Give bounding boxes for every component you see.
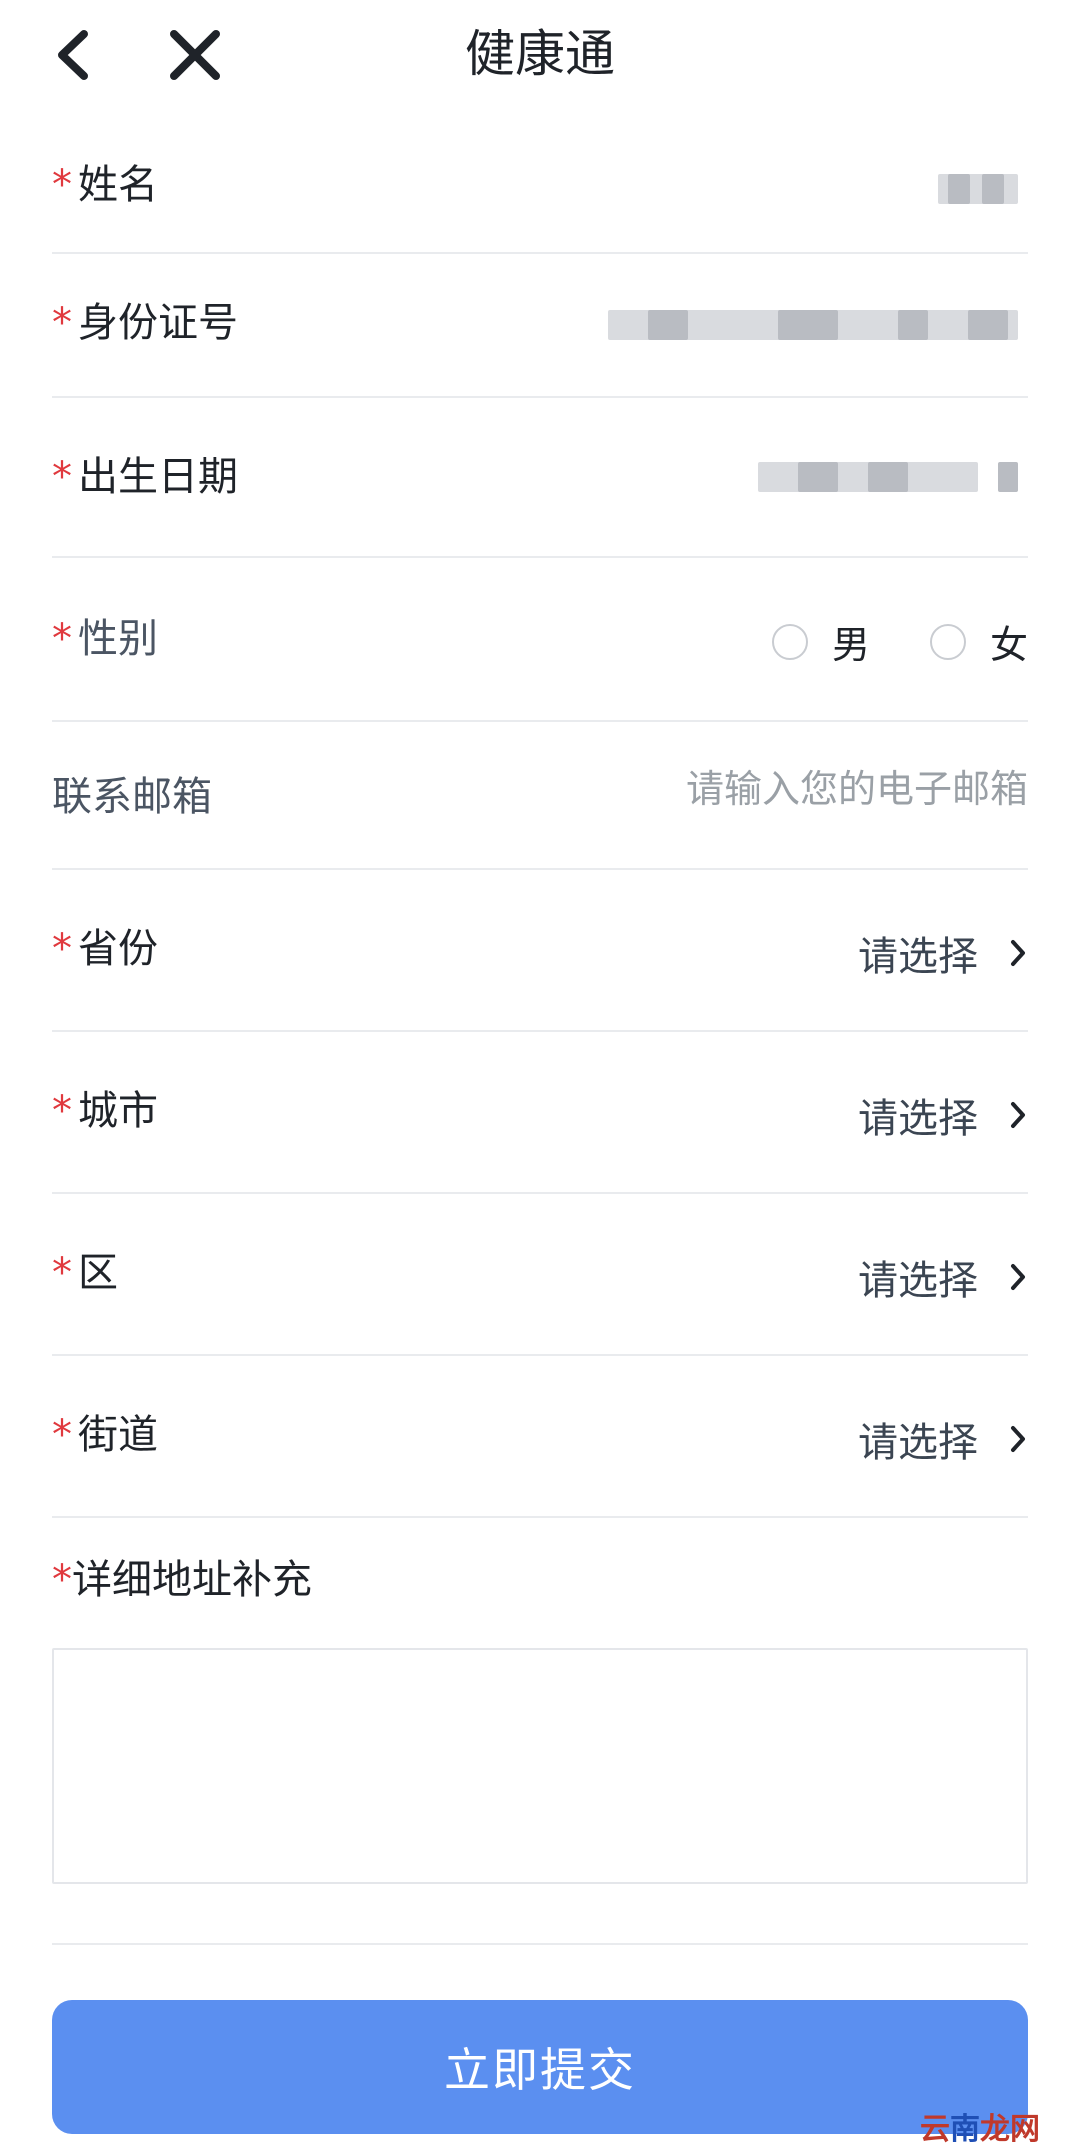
gender-radio-group: 男 女 bbox=[712, 614, 1028, 669]
required-mark: * bbox=[52, 926, 72, 972]
page-title: 健康通 bbox=[465, 25, 615, 83]
required-mark: * bbox=[52, 1557, 72, 1603]
gender-male-option[interactable]: 男 bbox=[771, 614, 870, 669]
district-select[interactable]: 请选择 bbox=[858, 1248, 1028, 1306]
district-select-text: 请选择 bbox=[858, 1258, 978, 1304]
gender-label: * 性别 bbox=[52, 616, 158, 662]
radio-circle-icon bbox=[771, 623, 808, 660]
gender-female-label: 女 bbox=[989, 623, 1028, 667]
chevron-right-icon bbox=[1011, 1102, 1025, 1128]
chevron-right-icon bbox=[1011, 1426, 1025, 1452]
required-mark: * bbox=[52, 1412, 72, 1458]
gender-female-option[interactable]: 女 bbox=[929, 614, 1028, 669]
email-input[interactable] bbox=[508, 764, 1028, 814]
required-mark: * bbox=[52, 1250, 72, 1296]
divider bbox=[52, 1943, 1028, 1945]
submit-button[interactable]: 立即提交 bbox=[52, 2000, 1028, 2134]
id-row: * 身份证号 bbox=[52, 252, 1028, 398]
name-label: * 姓名 bbox=[52, 162, 158, 208]
province-select[interactable]: 请选择 bbox=[858, 924, 1028, 982]
birth-value-masked bbox=[758, 456, 1028, 500]
chevron-right-icon bbox=[1011, 940, 1025, 966]
email-row: 联系邮箱 bbox=[52, 720, 1028, 870]
birth-row: * 出生日期 bbox=[52, 396, 1028, 558]
top-bar: 健康通 bbox=[0, 0, 1080, 110]
required-mark: * bbox=[52, 300, 72, 346]
address-label: *详细地址补充 bbox=[52, 1557, 312, 1603]
email-label: 联系邮箱 bbox=[52, 774, 212, 820]
radio-circle-icon bbox=[929, 623, 966, 660]
province-row: * 省份 请选择 bbox=[52, 868, 1028, 1032]
chevron-right-icon bbox=[1011, 1264, 1025, 1290]
street-label: * 街道 bbox=[52, 1412, 158, 1458]
id-label: * 身份证号 bbox=[52, 300, 238, 346]
city-label: * 城市 bbox=[52, 1088, 158, 1134]
city-row: * 城市 请选择 bbox=[52, 1030, 1028, 1194]
gender-row: * 性别 男 女 bbox=[52, 556, 1028, 722]
city-select[interactable]: 请选择 bbox=[858, 1086, 1028, 1144]
required-mark: * bbox=[52, 1088, 72, 1134]
street-row: * 街道 请选择 bbox=[52, 1354, 1028, 1518]
name-row: * 姓名 bbox=[52, 130, 1028, 254]
gender-male-label: 男 bbox=[831, 623, 870, 667]
required-mark: * bbox=[52, 616, 72, 662]
id-value-masked bbox=[608, 304, 1028, 348]
province-select-text: 请选择 bbox=[858, 934, 978, 980]
city-select-text: 请选择 bbox=[858, 1096, 978, 1142]
required-mark: * bbox=[52, 162, 72, 208]
address-textarea[interactable] bbox=[52, 1648, 1028, 1884]
province-label: * 省份 bbox=[52, 926, 158, 972]
street-select-text: 请选择 bbox=[858, 1420, 978, 1466]
district-row: * 区 请选择 bbox=[52, 1192, 1028, 1356]
district-label: * 区 bbox=[52, 1250, 118, 1296]
name-value-masked bbox=[918, 168, 1028, 212]
required-mark: * bbox=[52, 454, 72, 500]
birth-label: * 出生日期 bbox=[52, 454, 238, 500]
street-select[interactable]: 请选择 bbox=[858, 1410, 1028, 1468]
watermark-logo: 云南龙网 bbox=[920, 2112, 1040, 2147]
